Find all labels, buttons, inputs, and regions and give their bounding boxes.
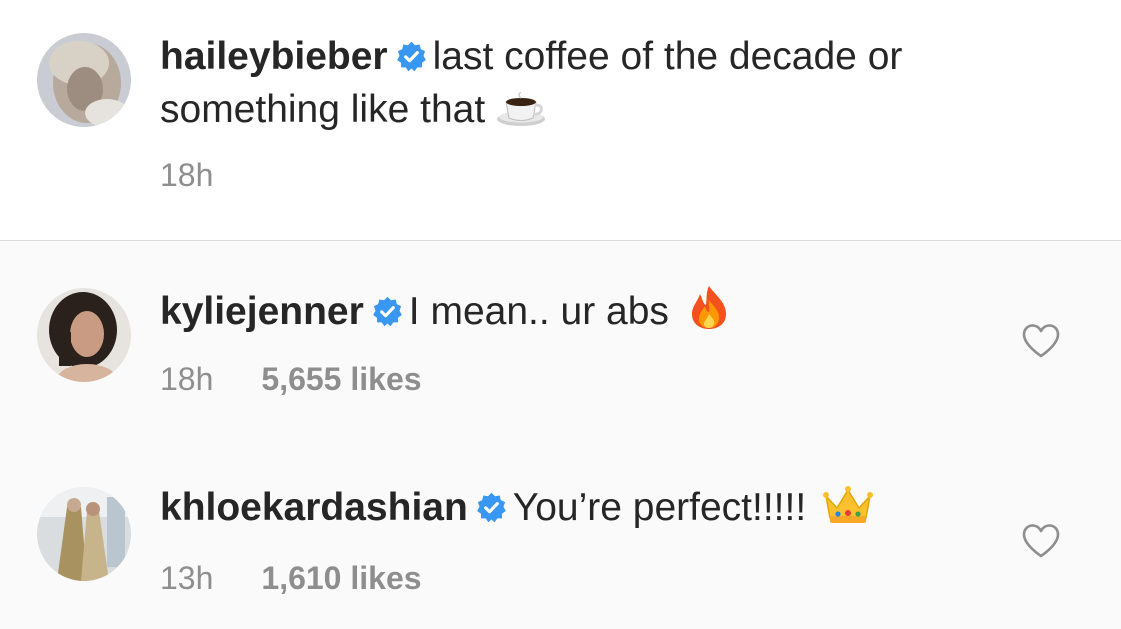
heart-icon[interactable]: [1021, 523, 1061, 559]
comment-username[interactable]: kyliejenner: [160, 290, 364, 333]
comment-username[interactable]: khloekardashian: [160, 486, 468, 529]
comment-time: 18h: [160, 361, 214, 397]
caption-time: 18h: [160, 157, 214, 193]
verified-badge-icon: [372, 290, 403, 340]
caption-text-line2: something like that: [160, 88, 486, 131]
verified-badge-icon: [396, 35, 427, 85]
comment-body: You’re perfect!!!!!: [512, 486, 807, 529]
avatar-kyliejenner[interactable]: [37, 288, 131, 382]
comment-text: kyliejenner I mean.. ur abs: [160, 284, 729, 343]
comment-time: 13h: [160, 560, 214, 596]
crown-emoji-icon: [822, 484, 874, 539]
fire-emoji-icon: [689, 284, 729, 343]
avatar-image: [37, 487, 131, 581]
avatar-image: [37, 33, 131, 127]
comment-body: I mean.. ur abs: [408, 290, 669, 333]
heart-icon[interactable]: [1021, 323, 1061, 359]
comment-meta: 18h 5,655 likes: [160, 361, 422, 398]
comment-text: khloekardashian You’re perfect!!!!!: [160, 483, 874, 539]
comment-meta: 13h 1,610 likes: [160, 560, 422, 597]
caption-text: haileybieber last coffee of the decade or…: [160, 32, 902, 141]
caption-text-line1: last coffee of the decade or: [432, 35, 903, 78]
caption-meta: 18h: [160, 157, 213, 194]
verified-badge-icon: [476, 486, 507, 536]
caption-section: haileybieber last coffee of the decade or…: [0, 0, 1121, 240]
avatar-image: [37, 288, 131, 382]
caption-username[interactable]: haileybieber: [160, 35, 388, 78]
avatar-khloekardashian[interactable]: [37, 487, 131, 581]
coffee-emoji-icon: [495, 91, 547, 141]
avatar-haileybieber[interactable]: [37, 33, 131, 127]
comment-likes[interactable]: 5,655 likes: [261, 361, 421, 397]
comments-section: kyliejenner I mean.. ur abs 18h 5,655 like…: [0, 241, 1121, 629]
comment-likes[interactable]: 1,610 likes: [261, 560, 421, 596]
